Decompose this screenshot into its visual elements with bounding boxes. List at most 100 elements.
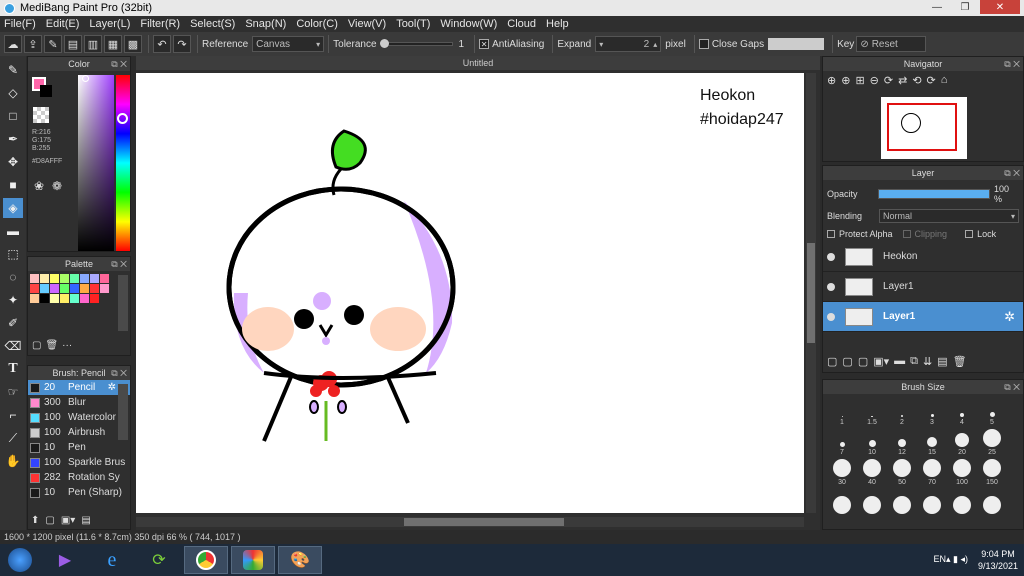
close-gaps-checkbox[interactable] [698, 39, 709, 49]
document-icon[interactable]: ▥ [84, 35, 102, 53]
antialiasing-checkbox[interactable]: ✕ [479, 39, 490, 49]
palette-swatch[interactable] [50, 274, 59, 283]
gear-icon[interactable]: ✲ [1004, 309, 1015, 325]
folder-icon[interactable]: ▬ [894, 355, 905, 368]
palette-swatch[interactable] [80, 284, 89, 293]
palette-swatch[interactable] [70, 274, 79, 283]
palette-swatch[interactable] [30, 294, 39, 303]
medibang-icon[interactable] [231, 546, 275, 574]
clipping-checkbox[interactable] [902, 230, 911, 238]
gear-icon[interactable]: ✲ [108, 382, 116, 393]
move-icon[interactable]: ✥ [3, 152, 23, 172]
panel-controls-icon[interactable]: ⧉ ✕ [1004, 57, 1020, 71]
visibility-icon[interactable] [827, 312, 835, 321]
palette-swatch[interactable] [60, 274, 69, 283]
app-green-icon[interactable]: ⟳ [137, 546, 181, 574]
palette-swatch[interactable] [60, 284, 69, 293]
hand-icon[interactable]: ✋ [3, 451, 23, 471]
picker-cursor[interactable] [82, 75, 89, 82]
panel-controls-icon[interactable]: ⧉ ✕ [111, 57, 127, 71]
add-layer-menu-icon[interactable]: ▣▾ [873, 355, 889, 368]
paint-icon[interactable]: 🎨 [278, 546, 322, 574]
palette-swatch[interactable] [90, 274, 99, 283]
menu-tool[interactable]: Tool(T) [396, 18, 430, 30]
tolerance-slider[interactable] [379, 39, 453, 48]
start-button[interactable] [0, 546, 40, 574]
palette-swatch[interactable] [100, 284, 109, 293]
new-palette-icon[interactable]: ▢ [32, 340, 41, 351]
brush-size-option[interactable]: 30 [827, 458, 857, 486]
palette-swatch[interactable] [50, 284, 59, 293]
merge-icon[interactable]: ⇊ [923, 355, 932, 368]
canvas-tab[interactable]: Untitled [136, 56, 820, 70]
brush-size-option[interactable]: 5 [977, 398, 1007, 426]
background-color[interactable] [40, 85, 52, 97]
fit-icon[interactable]: ⊞ [855, 74, 864, 87]
brush-size-option[interactable] [947, 488, 977, 516]
brush-size-option[interactable]: 1.5 [857, 398, 887, 426]
palette-swatch[interactable] [50, 294, 59, 303]
hue-handle[interactable] [117, 113, 128, 124]
palette-swatch[interactable] [40, 274, 49, 283]
comment-icon[interactable]: ✎ [44, 35, 62, 53]
brush-size-option[interactable] [977, 488, 1007, 516]
brush-settings-icon[interactable]: ▤ [81, 515, 90, 526]
blending-select[interactable]: Normal ▾ [879, 209, 1019, 223]
menu-edit[interactable]: Edit(E) [46, 18, 80, 30]
new-1bit-layer-icon[interactable]: ▢ [858, 355, 868, 368]
fill-bucket-icon[interactable]: ◈ [3, 198, 23, 218]
menu-snap[interactable]: Snap(N) [245, 18, 286, 30]
menu-view[interactable]: View(V) [348, 18, 386, 30]
eyedropper-icon[interactable]: ⌐ [3, 405, 23, 425]
brush-scrollbar[interactable] [118, 384, 128, 440]
minimize-button[interactable]: — [924, 0, 950, 14]
menu-help[interactable]: Help [546, 18, 569, 30]
brush-size-option[interactable]: 40 [857, 458, 887, 486]
panel-controls-icon[interactable]: ⧉ ✕ [1004, 380, 1020, 394]
brush-item[interactable]: 100 Sparkle Brus [28, 455, 130, 470]
spin-up-icon[interactable]: ▴ [653, 40, 657, 49]
transparent-color-icon[interactable] [33, 107, 49, 123]
color-set-icon[interactable]: ❁ [52, 179, 62, 193]
brush-item[interactable]: 10 Pen [28, 440, 130, 455]
saturation-picker[interactable] [78, 75, 114, 251]
brush-size-option[interactable]: 100 [947, 458, 977, 486]
internet-explorer-icon[interactable]: e [90, 546, 134, 574]
palette-swatch[interactable] [40, 284, 49, 293]
visibility-icon[interactable] [827, 252, 835, 261]
brush-size-option[interactable]: 12 [887, 428, 917, 456]
eraser-icon[interactable]: ◇ [3, 83, 23, 103]
dot-icon[interactable]: □ [3, 106, 23, 126]
brush-size-option[interactable]: 25 [977, 428, 1007, 456]
select-icon[interactable]: ⬚ [3, 244, 23, 264]
brush-size-option[interactable] [887, 488, 917, 516]
rotate-right-icon[interactable]: ⟳ [927, 74, 936, 87]
brush-size-option[interactable]: 15 [917, 428, 947, 456]
select-eraser-icon[interactable]: ⌫ [3, 336, 23, 356]
lock-checkbox[interactable] [965, 230, 974, 238]
brush-size-option[interactable]: 1 [827, 398, 857, 426]
palette-swatch[interactable] [80, 294, 89, 303]
brush-size-option[interactable]: 70 [917, 458, 947, 486]
layer-item[interactable]: Heokon [823, 242, 1023, 272]
lasso-icon[interactable]: ◌ [3, 267, 23, 287]
brush-size-option[interactable] [917, 488, 947, 516]
close-gaps-slider[interactable] [768, 38, 825, 50]
color-wheel-icon[interactable]: ❀ [34, 179, 44, 193]
brush-item[interactable]: 300 Blur [28, 395, 130, 410]
palette-more[interactable]: ··· [62, 340, 72, 351]
tray-icons[interactable]: ▴ ▮ ◂) [946, 554, 968, 565]
panel-controls-icon[interactable]: ⧉ ✕ [111, 257, 127, 271]
brush-icon[interactable]: ✎ [3, 60, 23, 80]
zoom-icon[interactable]: ⊕ [827, 74, 836, 87]
close-button[interactable]: ✕ [980, 0, 1020, 14]
reference-select[interactable]: Canvas ▾ [252, 36, 325, 52]
brush-item[interactable]: 10 Pen (Sharp) [28, 485, 130, 500]
menu-layer[interactable]: Layer(L) [89, 18, 130, 30]
layer-settings-icon[interactable]: ▤ [937, 355, 947, 368]
scroll-thumb[interactable] [404, 518, 564, 526]
gradient-icon[interactable]: ▬ [3, 221, 23, 241]
rotate-icon[interactable]: ⟳ [884, 74, 893, 87]
cloud-icon[interactable]: ☁ [4, 35, 22, 53]
magic-wand-icon[interactable]: ✦ [3, 290, 23, 310]
